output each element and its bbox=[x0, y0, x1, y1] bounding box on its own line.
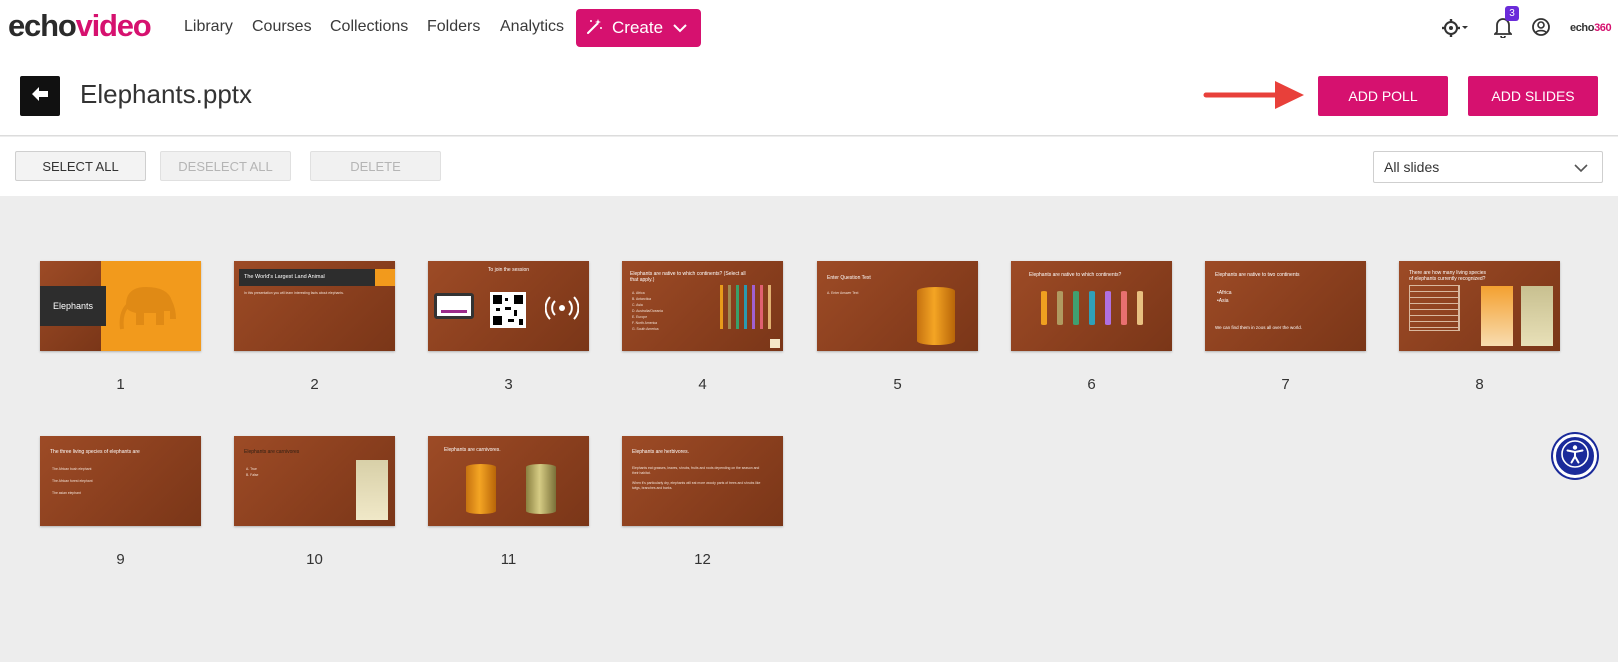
chevron-down-icon bbox=[673, 18, 687, 38]
slide-toolbar: SELECT ALL DESELECT ALL DELETE All slide… bbox=[0, 137, 1618, 196]
echovideo-logo[interactable]: echovideo bbox=[8, 8, 152, 44]
slide-12-body: Elephants eat grasses, leaves, shrubs, f… bbox=[632, 466, 760, 475]
slide-2-title: The World's Largest Land Animal bbox=[244, 274, 325, 280]
chart-cylinder bbox=[917, 287, 955, 345]
select-all-button[interactable]: SELECT ALL bbox=[15, 151, 146, 181]
nav-library[interactable]: Library bbox=[184, 18, 233, 36]
slide-10-option-a: A. True bbox=[246, 467, 257, 471]
slide-5-body: A. Enter Answer Text bbox=[827, 291, 859, 295]
echo360-brand: echo360 bbox=[1570, 22, 1612, 34]
slide-10-option-b: B. False bbox=[246, 473, 259, 477]
slide-3-title: To join the session bbox=[487, 267, 530, 273]
accessibility-button[interactable] bbox=[1553, 434, 1597, 478]
slide-thumbnail-9[interactable]: The three living species of elephants ar… bbox=[40, 436, 201, 526]
settings-gear-icon[interactable] bbox=[1441, 16, 1469, 45]
back-button[interactable] bbox=[20, 76, 60, 116]
slide-2-body: In this presentation you will learn inte… bbox=[244, 291, 344, 295]
deselect-all-button[interactable]: DESELECT ALL bbox=[160, 151, 291, 181]
nav-collections[interactable]: Collections bbox=[330, 18, 408, 36]
slide-thumbnail-12[interactable]: Elephants are herbivores. Elephants eat … bbox=[622, 436, 783, 526]
create-button[interactable]: Create bbox=[576, 9, 701, 47]
slide-12-title: Elephants are herbivores. bbox=[632, 449, 689, 455]
logo-text-video: video bbox=[75, 8, 152, 43]
slide-1-title: Elephants bbox=[40, 286, 106, 326]
slide-thumbnail-10[interactable]: Elephants are carnivores A. True B. Fals… bbox=[234, 436, 395, 526]
slide-number-5: 5 bbox=[893, 376, 902, 393]
create-label: Create bbox=[612, 18, 664, 37]
user-account-icon[interactable] bbox=[1531, 16, 1551, 43]
slide-7-title: Elephants are native to two continents bbox=[1215, 272, 1300, 278]
slide-9-bullet-1: The African bush elephant bbox=[52, 467, 92, 471]
slide-number-9: 9 bbox=[116, 551, 125, 568]
slide-7-bullet-2: •Asia bbox=[1217, 298, 1229, 304]
red-arrow-annotation bbox=[1203, 78, 1307, 117]
slide-number-1: 1 bbox=[116, 376, 125, 393]
brand-text-360: 360 bbox=[1594, 22, 1612, 34]
page-title: Elephants.pptx bbox=[80, 79, 253, 109]
nav-analytics[interactable]: Analytics bbox=[500, 18, 564, 36]
slide-11-title: Elephants are carnivores. bbox=[444, 447, 501, 453]
slide-filter-value: All slides bbox=[1384, 159, 1440, 175]
slide-number-8: 8 bbox=[1475, 376, 1484, 393]
qr-code-icon bbox=[490, 292, 526, 328]
slide-number-6: 6 bbox=[1087, 376, 1096, 393]
brand-text-echo: echo bbox=[1570, 22, 1595, 34]
slide-9-bullet-3: The asian elephant bbox=[52, 491, 81, 495]
slide-4-option-f: F. North America bbox=[632, 321, 658, 325]
slide-4-option-a: A. Africa bbox=[632, 291, 645, 295]
slide-number-7: 7 bbox=[1281, 376, 1290, 393]
slide-5-title: Enter Question Text bbox=[827, 275, 871, 281]
slide-number-3: 3 bbox=[504, 376, 513, 393]
nav-courses[interactable]: Courses bbox=[252, 18, 312, 36]
slide-thumbnail-4[interactable]: Elephants are native to which continents… bbox=[622, 261, 783, 351]
slide-number-2: 2 bbox=[310, 376, 319, 393]
slide-thumbnail-7[interactable]: Elephants are native to two continents •… bbox=[1205, 261, 1366, 351]
slide-9-bullet-2: The African forest elephant bbox=[52, 479, 93, 483]
slide-10-title: Elephants are carnivores bbox=[244, 449, 300, 455]
nav-folders[interactable]: Folders bbox=[427, 18, 480, 36]
slide-number-12: 12 bbox=[694, 551, 711, 568]
slide-7-body: We can find them in zoos all over the wo… bbox=[1215, 325, 1302, 330]
arrow-left-icon bbox=[31, 86, 49, 107]
slide-thumbnail-6[interactable]: Elephants are native to which continents… bbox=[1011, 261, 1172, 351]
page-header: Elephants.pptx ADD POLL ADD SLIDES bbox=[0, 56, 1618, 136]
slide-thumbnail-3[interactable]: To join the session bbox=[428, 261, 589, 351]
slide-number-11: 11 bbox=[500, 551, 517, 568]
notification-badge: 3 bbox=[1505, 6, 1519, 21]
slide-filter-select[interactable]: All slides bbox=[1373, 151, 1603, 183]
slide-4-title: Elephants are native to which continents… bbox=[630, 271, 746, 283]
slide-thumbnail-1[interactable]: Elephants bbox=[40, 261, 201, 351]
slide-9-title: The three living species of elephants ar… bbox=[50, 449, 140, 455]
slide-accent-block bbox=[375, 269, 395, 286]
chevron-down-icon bbox=[1574, 160, 1588, 176]
logo-text-echo: echo bbox=[8, 8, 77, 43]
slide-4-option-b: B. Antarctica bbox=[632, 297, 652, 301]
magic-wand-icon bbox=[586, 17, 604, 40]
slide-4-option-d: D. Australia/Oceania bbox=[632, 309, 663, 313]
slide-number-10: 10 bbox=[306, 551, 323, 568]
slide-7-bullet-1: •Africa bbox=[1217, 290, 1232, 296]
accessibility-icon bbox=[1560, 439, 1590, 474]
elephant-icon bbox=[116, 275, 186, 340]
slide-4-option-e: E. Europe bbox=[632, 315, 648, 319]
device-icon bbox=[434, 293, 474, 319]
slide-thumbnail-8[interactable]: There are how many living species of ele… bbox=[1399, 261, 1560, 351]
slide-4-option-g: G. South America bbox=[632, 327, 659, 331]
slide-thumbnail-5[interactable]: Enter Question Text A. Enter Answer Text bbox=[817, 261, 978, 351]
delete-button[interactable]: DELETE bbox=[310, 151, 441, 181]
top-navigation: echovideo Library Courses Collections Fo… bbox=[0, 0, 1618, 56]
slide-4-option-c: C. Asia bbox=[632, 303, 643, 307]
broadcast-icon bbox=[544, 295, 580, 326]
slide-number-4: 4 bbox=[698, 376, 707, 393]
add-slides-button[interactable]: ADD SLIDES bbox=[1468, 76, 1598, 116]
slide-12-body-2: When it's particularly dry, elephants wi… bbox=[632, 481, 761, 490]
slide-8-title: There are how many living species of ele… bbox=[1409, 270, 1486, 282]
slide-thumbnail-11[interactable]: Elephants are carnivores. bbox=[428, 436, 589, 526]
add-poll-button[interactable]: ADD POLL bbox=[1318, 76, 1448, 116]
slide-6-title: Elephants are native to which continents… bbox=[1029, 272, 1122, 278]
slide-thumbnail-2[interactable]: The World's Largest Land Animal In this … bbox=[234, 261, 395, 351]
